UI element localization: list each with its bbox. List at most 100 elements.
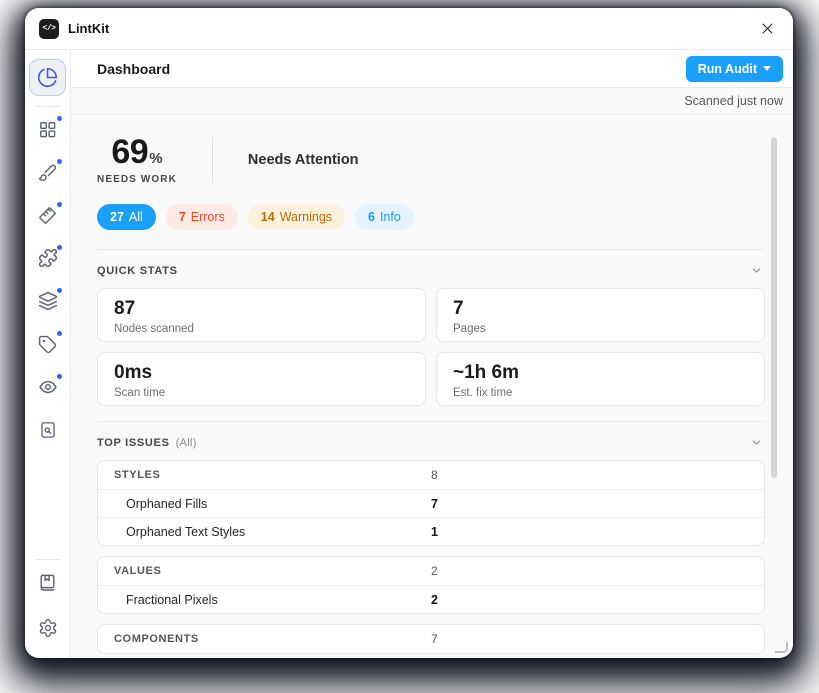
- category-label: VALUES: [114, 565, 431, 577]
- app-logo-code-icon: </>: [39, 19, 59, 39]
- scrollbar[interactable]: [771, 137, 777, 478]
- sidebar: [25, 50, 71, 658]
- notification-dot: [56, 373, 63, 380]
- chevron-down-icon[interactable]: [750, 436, 763, 449]
- sidebar-divider: [35, 106, 61, 107]
- sidebar-item-visibility[interactable]: [36, 375, 60, 399]
- issue-item-row[interactable]: Fractional Pixels 2: [98, 585, 764, 613]
- issue-label: Fractional Pixels: [114, 593, 431, 607]
- score-block: 69 % NEEDS WORK: [97, 135, 177, 185]
- resize-handle[interactable]: [775, 642, 788, 653]
- issue-label: Orphaned Text Styles: [114, 525, 431, 539]
- run-audit-label: Run Audit: [698, 62, 757, 76]
- issue-item-row[interactable]: Orphaned Text Styles 1: [98, 517, 764, 545]
- top-issues-title: TOP ISSUES: [97, 437, 170, 449]
- plugin-window: </> LintKit: [25, 8, 793, 658]
- close-icon[interactable]: [757, 19, 777, 39]
- sidebar-item-settings[interactable]: [36, 616, 60, 640]
- issue-category-row[interactable]: VALUES 2: [98, 557, 764, 585]
- score-percent-sign: %: [149, 150, 162, 167]
- filter-errors-label: Errors: [191, 210, 225, 224]
- window-body: Dashboard Run Audit Scanned just now: [25, 50, 793, 658]
- category-label: COMPONENTS: [114, 633, 431, 645]
- score-line: 69 %: [111, 135, 162, 169]
- top-issues-scope: (All): [176, 437, 197, 449]
- chevron-down-icon: [763, 66, 771, 71]
- sidebar-item-tags[interactable]: [36, 332, 60, 356]
- puzzle-icon: [38, 248, 58, 268]
- quick-stats-header[interactable]: QUICK STATS: [97, 249, 765, 288]
- sidebar-item-components[interactable]: [36, 117, 60, 141]
- vertical-divider: [212, 137, 213, 183]
- stat-value: 7: [453, 298, 748, 321]
- content-header: Dashboard Run Audit: [71, 50, 793, 88]
- category-count: 8: [431, 468, 748, 482]
- issue-count: 2: [431, 593, 748, 607]
- pie-chart-icon: [37, 67, 58, 88]
- filter-info-count: 6: [368, 210, 375, 224]
- page-title: Dashboard: [97, 61, 170, 77]
- issue-count: 7: [431, 497, 748, 511]
- filter-warnings-pill[interactable]: 14 Warnings: [248, 204, 345, 230]
- sidebar-item-paint-styles[interactable]: [36, 160, 60, 184]
- notification-dot: [56, 244, 63, 251]
- issue-label: Orphaned Fills: [114, 497, 431, 511]
- sidebar-footer: [36, 570, 60, 644]
- chevron-down-icon[interactable]: [750, 264, 763, 277]
- main-content: Dashboard Run Audit Scanned just now: [71, 50, 793, 658]
- tag-icon: [38, 335, 57, 354]
- stat-value: 87: [114, 298, 409, 321]
- filter-all-count: 27: [110, 210, 124, 224]
- issue-category-row[interactable]: STYLES 8: [98, 461, 764, 489]
- stat-label: Est. fix time: [453, 387, 748, 399]
- stat-label: Pages: [453, 323, 748, 335]
- attention-status: Needs Attention: [248, 152, 359, 168]
- sidebar-item-file-audit[interactable]: [36, 418, 60, 442]
- notification-dot: [56, 330, 63, 337]
- category-count: 2: [431, 564, 748, 578]
- stat-card-nodes: 87 Nodes scanned: [97, 288, 426, 342]
- sidebar-item-docs[interactable]: [36, 570, 60, 594]
- titlebar: </> LintKit: [25, 8, 793, 50]
- filter-info-pill[interactable]: 6 Info: [355, 204, 414, 230]
- stat-card-pages: 7 Pages: [436, 288, 765, 342]
- sidebar-item-dashboard[interactable]: [29, 59, 66, 96]
- notification-dot: [56, 287, 63, 294]
- filter-errors-count: 7: [179, 210, 186, 224]
- score-caption: NEEDS WORK: [97, 174, 177, 185]
- stat-label: Nodes scanned: [114, 323, 409, 335]
- canvas: </> LintKit: [0, 0, 819, 693]
- ruler-icon: [38, 206, 57, 225]
- filter-all-label: All: [129, 210, 143, 224]
- sidebar-item-measurements[interactable]: [36, 203, 60, 227]
- run-audit-button[interactable]: Run Audit: [686, 56, 783, 82]
- issue-group-components: COMPONENTS 7: [97, 624, 765, 654]
- sidebar-item-layers[interactable]: [36, 289, 60, 313]
- filter-errors-pill[interactable]: 7 Errors: [166, 204, 238, 230]
- notification-dot: [56, 158, 63, 165]
- file-search-icon: [39, 421, 57, 439]
- stat-value: ~1h 6m: [453, 362, 748, 385]
- scroll-area[interactable]: 69 % NEEDS WORK Needs Attention 27: [71, 115, 793, 658]
- sidebar-item-plugins[interactable]: [36, 246, 60, 270]
- category-label: STYLES: [114, 469, 431, 481]
- filter-warnings-count: 14: [261, 210, 275, 224]
- filter-all-pill[interactable]: 27 All: [97, 204, 156, 230]
- book-icon: [38, 573, 57, 592]
- filter-warnings-label: Warnings: [280, 210, 332, 224]
- stat-card-fix-time: ~1h 6m Est. fix time: [436, 352, 765, 406]
- score-row: 69 % NEEDS WORK Needs Attention: [97, 135, 765, 185]
- scan-status-text: Scanned just now: [684, 94, 783, 108]
- eye-icon: [38, 377, 58, 397]
- filter-pills: 27 All 7 Errors 14 Warnings: [97, 204, 765, 230]
- status-strip: Scanned just now: [71, 88, 793, 115]
- gear-icon: [38, 618, 58, 638]
- notification-dot: [56, 115, 63, 122]
- audit-summary: 69 % NEEDS WORK Needs Attention 27: [97, 115, 765, 249]
- layout-grid-icon: [38, 120, 57, 139]
- category-count: 7: [431, 632, 748, 646]
- top-issues-header[interactable]: TOP ISSUES (All): [97, 421, 765, 460]
- issue-category-row[interactable]: COMPONENTS 7: [98, 625, 764, 653]
- issue-item-row[interactable]: Orphaned Fills 7: [98, 489, 764, 517]
- layers-icon: [38, 291, 58, 311]
